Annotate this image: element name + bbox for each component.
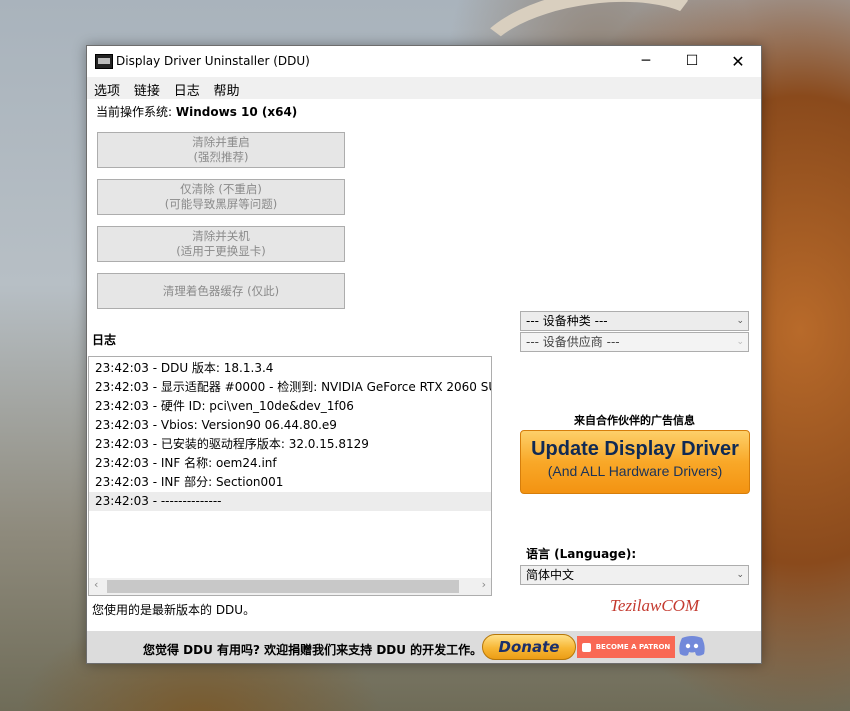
menu-log[interactable]: 日志	[167, 77, 200, 99]
clean-only-label: 仅清除 (不重启)	[180, 182, 262, 196]
app-icon	[95, 54, 113, 69]
discord-icon[interactable]	[677, 634, 707, 658]
language-label: 语言 (Language):	[526, 547, 637, 561]
log-line[interactable]: 23:42:03 - INF 部分: Section001	[89, 473, 491, 492]
ad-subtitle: (And ALL Hardware Drivers)	[547, 463, 723, 479]
scrollbar-thumb[interactable]	[107, 580, 459, 593]
log-line[interactable]: 23:42:03 - Vbios: Version90 06.44.80.e9	[89, 416, 491, 435]
log-line[interactable]: 23:42:03 - 显示适配器 #0000 - 检测到: NVIDIA GeF…	[89, 378, 491, 397]
patreon-button[interactable]: BECOME A PATRON	[577, 636, 675, 658]
log-label: 日志	[92, 333, 117, 347]
menu-options[interactable]: 选项	[87, 77, 120, 99]
menu-bar: 选项 链接 日志 帮助	[87, 77, 761, 99]
clean-and-restart-button[interactable]: 清除并重启 (强烈推荐)	[97, 132, 345, 168]
menu-links[interactable]: 链接	[127, 77, 160, 99]
chevron-down-icon: ⌄	[736, 316, 744, 326]
clean-and-restart-label: 清除并重启	[192, 135, 250, 149]
clean-shader-cache-button[interactable]: 清理着色器缓存 (仅此)	[97, 273, 345, 309]
log-list[interactable]: 23:42:03 - DDU 版本: 18.1.3.4 23:42:03 - 显…	[88, 356, 492, 596]
device-type-value: --- 设备种类 ---	[526, 314, 608, 328]
chevron-down-icon: ⌄	[736, 337, 744, 347]
main-content: 当前操作系统: Windows 10 (x64) 清除并重启 (强烈推荐) 仅清…	[87, 99, 761, 631]
window-title: Display Driver Uninstaller (DDU)	[116, 54, 310, 68]
patreon-icon	[581, 642, 591, 652]
log-line[interactable]: 23:42:03 - DDU 版本: 18.1.3.4	[89, 359, 491, 378]
clean-and-shutdown-label: 清除并关机	[192, 229, 250, 243]
scroll-left-icon[interactable]: ‹	[94, 578, 98, 591]
maximize-button[interactable]: ☐	[669, 46, 715, 77]
ad-title: Update Display Driver	[531, 438, 739, 460]
device-type-select[interactable]: --- 设备种类 --- ⌄	[520, 311, 749, 331]
device-vendor-value: --- 设备供应商 ---	[526, 335, 620, 349]
scroll-right-icon[interactable]: ›	[482, 578, 486, 591]
donate-button[interactable]: Donate	[482, 634, 576, 660]
clean-only-button[interactable]: 仅清除 (不重启) (可能导致黑屏等问题)	[97, 179, 345, 215]
menu-help[interactable]: 帮助	[207, 77, 240, 99]
device-vendor-select[interactable]: --- 设备供应商 --- ⌄	[520, 332, 749, 352]
title-bar[interactable]: Display Driver Uninstaller (DDU) ─ ☐ ✕	[87, 46, 761, 77]
clean-and-restart-note: (强烈推荐)	[193, 150, 249, 164]
os-info: 当前操作系统: Windows 10 (x64)	[96, 103, 297, 120]
chevron-down-icon: ⌄	[736, 570, 744, 580]
ad-banner[interactable]: Update Display Driver (And ALL Hardware …	[520, 430, 750, 494]
watermark: TezilawCOM	[610, 596, 700, 615]
footer-bar: 您觉得 DDU 有用吗? 欢迎捐赠我们来支持 DDU 的开发工作。 Donate…	[87, 631, 761, 663]
status-text: 您使用的是最新版本的 DDU。	[92, 603, 256, 617]
ddu-window: Display Driver Uninstaller (DDU) ─ ☐ ✕ 选…	[86, 45, 762, 664]
clean-only-note: (可能导致黑屏等问题)	[164, 197, 278, 211]
close-button[interactable]: ✕	[715, 46, 761, 77]
log-line-selected[interactable]: 23:42:03 - --------------	[89, 492, 491, 511]
language-select[interactable]: 简体中文 ⌄	[520, 565, 749, 585]
ad-caption: 来自合作伙伴的广告信息	[574, 414, 695, 427]
donate-prompt: 您觉得 DDU 有用吗? 欢迎捐赠我们来支持 DDU 的开发工作。	[143, 643, 483, 657]
clean-and-shutdown-note: (适用于更换显卡)	[176, 244, 266, 258]
horizontal-scrollbar[interactable]: ‹ ›	[89, 578, 491, 595]
minimize-button[interactable]: ─	[623, 46, 669, 77]
log-line[interactable]: 23:42:03 - INF 名称: oem24.inf	[89, 454, 491, 473]
patreon-label: BECOME A PATRON	[595, 643, 671, 651]
log-line[interactable]: 23:42:03 - 硬件 ID: pci\ven_10de&dev_1f06	[89, 397, 491, 416]
language-value: 简体中文	[526, 568, 575, 582]
os-label: 当前操作系统:	[96, 105, 173, 119]
clean-shader-cache-label: 清理着色器缓存 (仅此)	[162, 283, 280, 298]
clean-and-shutdown-button[interactable]: 清除并关机 (适用于更换显卡)	[97, 226, 345, 262]
log-line[interactable]: 23:42:03 - 已安装的驱动程序版本: 32.0.15.8129	[89, 435, 491, 454]
os-value: Windows 10 (x64)	[175, 105, 298, 119]
